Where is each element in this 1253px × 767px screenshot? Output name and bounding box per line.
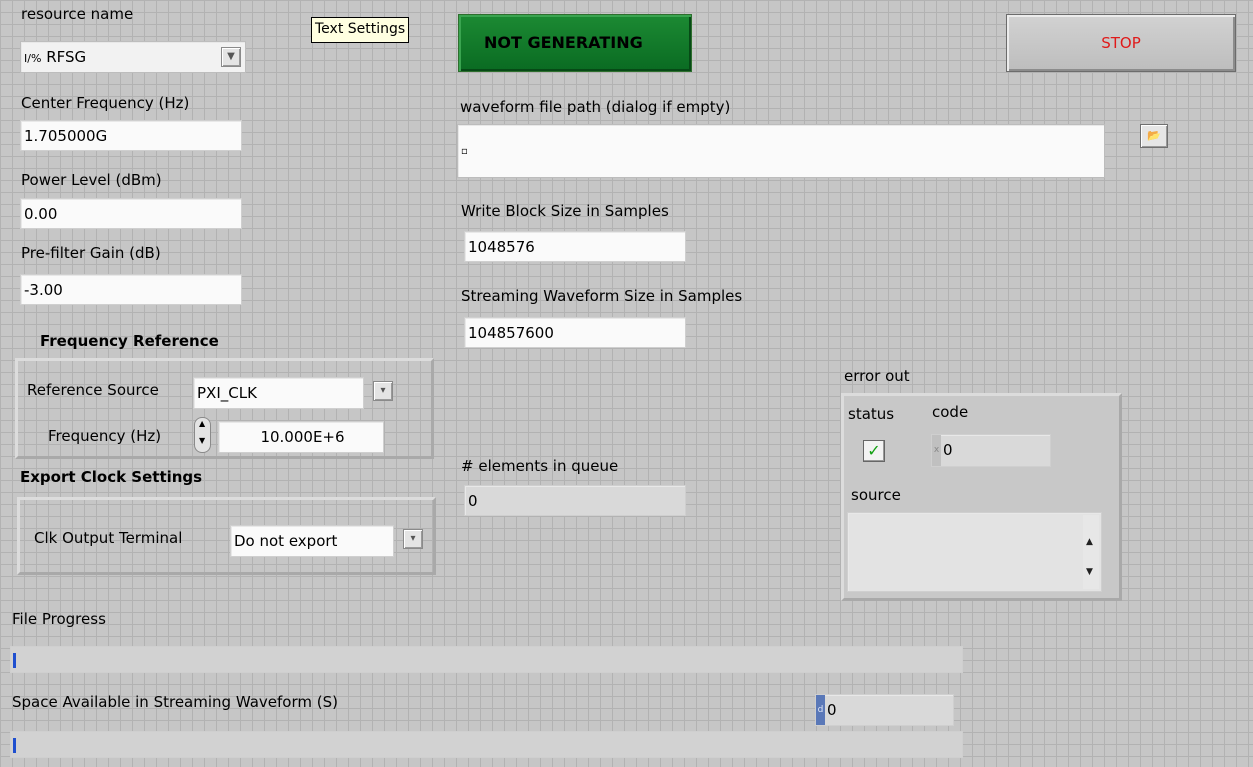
error-code-field: x0	[931, 434, 1051, 467]
arrow-up-icon: ▲	[199, 419, 206, 428]
file-progress-bar	[10, 646, 963, 673]
error-source-label: source	[851, 486, 901, 504]
error-source-scrollbar[interactable]: ▲ ▼	[1083, 515, 1099, 589]
prefilter-gain-field[interactable]: -3.00	[20, 274, 242, 305]
error-code-value: 0	[943, 441, 953, 459]
error-status-indicator: ✓	[863, 440, 885, 462]
space-available-label: Space Available in Streaming Waveform (S…	[12, 693, 338, 711]
chevron-down-icon: ▼	[227, 51, 235, 62]
center-frequency-label: Center Frequency (Hz)	[21, 94, 190, 112]
waveform-path-field[interactable]: ▫	[457, 124, 1105, 178]
io-prefix-icon: I/%	[24, 52, 42, 65]
reference-source-field[interactable]: PXI_CLK	[193, 377, 364, 409]
status-led-indicator: NOT GENERATING	[458, 14, 692, 72]
frequency-hz-field[interactable]: 10.000E+6	[218, 421, 384, 453]
clk-output-terminal-dropdown[interactable]: ▾	[403, 529, 423, 549]
radix-icon: x	[932, 435, 941, 466]
stop-button[interactable]: STOP	[1006, 14, 1236, 72]
power-level-label: Power Level (dBm)	[21, 171, 162, 189]
space-available-fill	[13, 738, 16, 753]
resource-name-label: resource name	[21, 5, 134, 23]
path-type-icon: ▫	[461, 146, 468, 157]
streaming-size-label: Streaming Waveform Size in Samples	[461, 287, 743, 305]
center-frequency-field[interactable]: 1.705000G	[20, 120, 242, 151]
folder-open-icon: 📂	[1147, 129, 1161, 142]
write-block-label: Write Block Size in Samples	[461, 202, 669, 220]
frequency-increment-decrement[interactable]: ▲ ▼	[194, 417, 211, 453]
text-settings-tooltip: Text Settings	[311, 17, 410, 43]
error-status-label: status	[848, 405, 895, 423]
frequency-hz-label: Frequency (Hz)	[48, 427, 162, 445]
queue-label: # elements in queue	[461, 457, 619, 475]
space-available-field: d0	[815, 694, 954, 726]
clk-output-terminal-label: Clk Output Terminal	[34, 529, 183, 547]
streaming-size-field[interactable]: 104857600	[464, 317, 686, 348]
queue-field: 0	[464, 485, 686, 516]
arrow-down-icon: ▼	[199, 436, 206, 445]
error-out-title: error out	[844, 367, 910, 385]
resource-name-value: RFSG	[46, 48, 87, 66]
resource-name-control[interactable]: I/% RFSG ▼	[20, 41, 246, 73]
export-clock-title: Export Clock Settings	[20, 468, 203, 486]
prefilter-gain-label: Pre-filter Gain (dB)	[21, 244, 161, 262]
reference-source-label: Reference Source	[27, 381, 159, 399]
clk-output-terminal-field[interactable]: Do not export	[230, 525, 394, 557]
power-level-field[interactable]: 0.00	[20, 198, 242, 229]
resource-dropdown-button[interactable]: ▼	[221, 47, 241, 67]
scroll-up-icon[interactable]: ▲	[1086, 527, 1093, 557]
space-available-value: 0	[827, 701, 837, 719]
space-available-bar	[10, 731, 963, 758]
file-progress-fill	[13, 653, 16, 668]
file-progress-label: File Progress	[12, 610, 106, 628]
write-block-field[interactable]: 1048576	[464, 231, 686, 262]
frequency-reference-title: Frequency Reference	[40, 332, 219, 350]
waveform-path-label: waveform file path (dialog if empty)	[460, 98, 731, 116]
scroll-down-icon[interactable]: ▼	[1086, 557, 1093, 587]
error-code-label: code	[932, 403, 969, 421]
checkmark-icon: ✓	[867, 441, 881, 460]
browse-folder-button[interactable]: 📂	[1140, 124, 1168, 148]
reference-source-dropdown[interactable]: ▾	[373, 381, 393, 401]
chevron-down-icon: ▾	[380, 385, 386, 396]
error-source-field: ▲ ▼	[847, 512, 1102, 592]
chevron-down-icon: ▾	[410, 533, 416, 544]
radix-icon: d	[816, 695, 825, 725]
